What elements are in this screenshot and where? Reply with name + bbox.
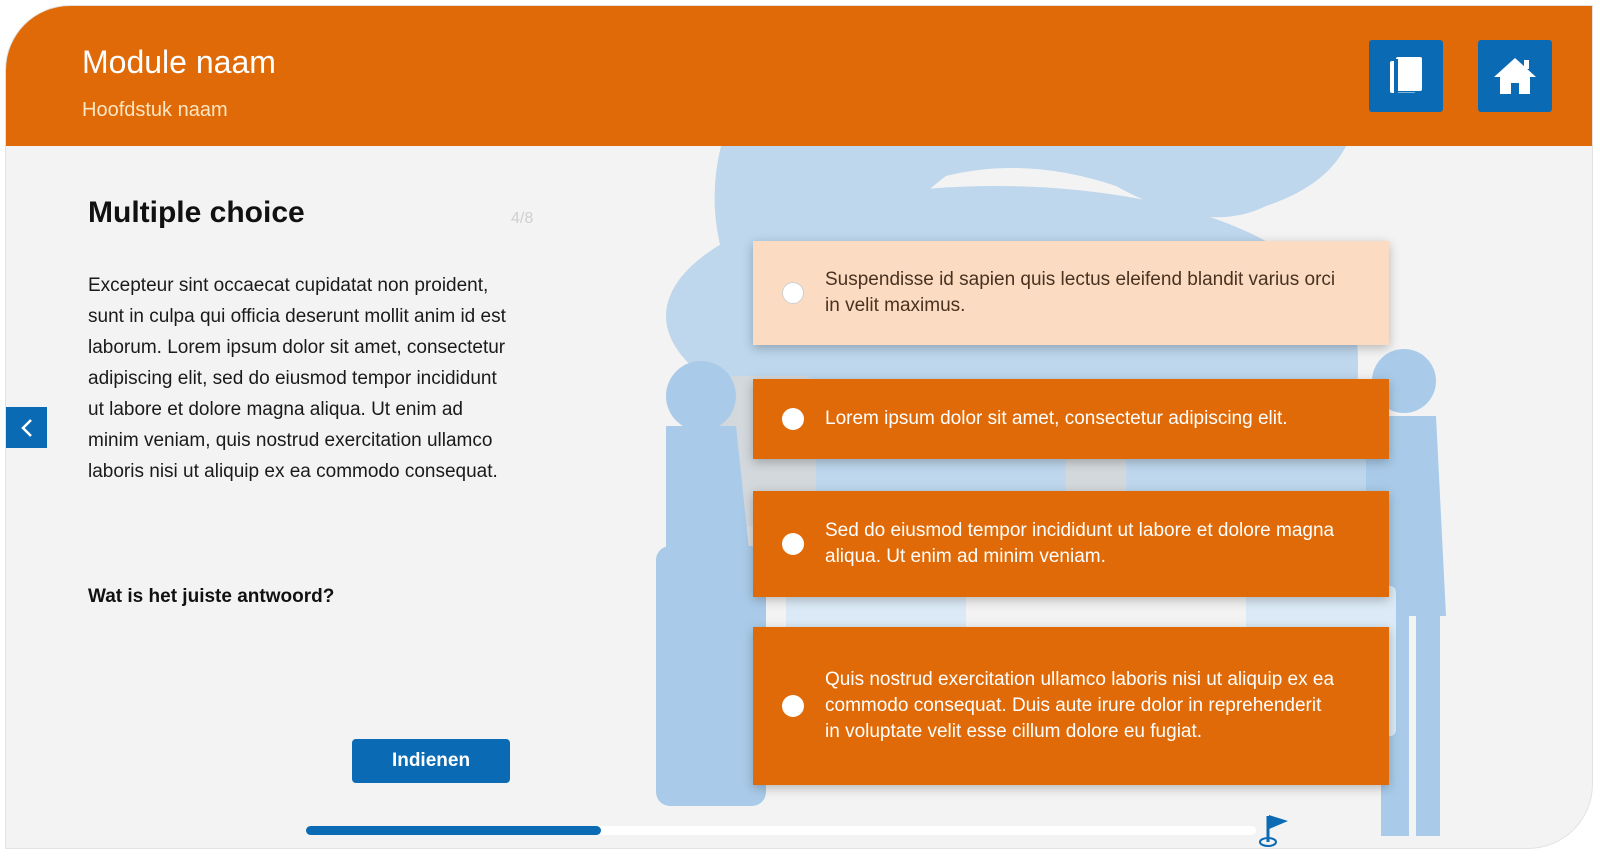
- header-bar: Module naam Hoofdstuk naam: [6, 6, 1592, 146]
- progress-fill: [306, 826, 601, 835]
- submit-button[interactable]: Indienen: [352, 739, 510, 783]
- home-icon: [1494, 58, 1536, 94]
- chevron-left-icon: [20, 418, 32, 437]
- previous-button[interactable]: [6, 407, 47, 448]
- answer-option-label: Suspendisse id sapien quis lectus eleife…: [825, 269, 1336, 316]
- flag-icon: [1259, 815, 1288, 847]
- question-counter: 4/8: [511, 210, 534, 227]
- radio-button[interactable]: [782, 533, 804, 555]
- app-frame: Module naam Hoofdstuk naam Multiple choi…: [6, 6, 1592, 848]
- progress-bar: [306, 826, 1256, 835]
- radio-button[interactable]: [782, 282, 804, 304]
- radio-button[interactable]: [782, 695, 804, 717]
- chapter-title: Hoofdstuk naam: [82, 99, 228, 121]
- answer-option-label: Lorem ipsum dolor sit amet, consectetur …: [825, 408, 1288, 429]
- answer-option-label: Quis nostrud exercitation ullamco labori…: [825, 669, 1335, 742]
- radio-button[interactable]: [782, 408, 804, 430]
- question-title: Multiple choice: [88, 196, 305, 229]
- answer-option[interactable]: Quis nostrud exercitation ullamco labori…: [753, 627, 1389, 785]
- home-button[interactable]: [1478, 40, 1552, 112]
- book-icon: [1390, 55, 1424, 93]
- answer-option[interactable]: Sed do eiusmod tempor incididunt ut labo…: [753, 491, 1389, 597]
- question-body: Excepteur sint occaecat cupidatat non pr…: [88, 275, 506, 482]
- book-button[interactable]: [1369, 40, 1443, 112]
- question-prompt: Wat is het juiste antwoord?: [88, 586, 335, 607]
- answer-option-label: Sed do eiusmod tempor incididunt ut labo…: [825, 520, 1335, 567]
- answer-option[interactable]: Suspendisse id sapien quis lectus eleife…: [753, 241, 1389, 345]
- answer-option[interactable]: Lorem ipsum dolor sit amet, consectetur …: [753, 379, 1389, 459]
- module-title: Module naam: [82, 44, 276, 80]
